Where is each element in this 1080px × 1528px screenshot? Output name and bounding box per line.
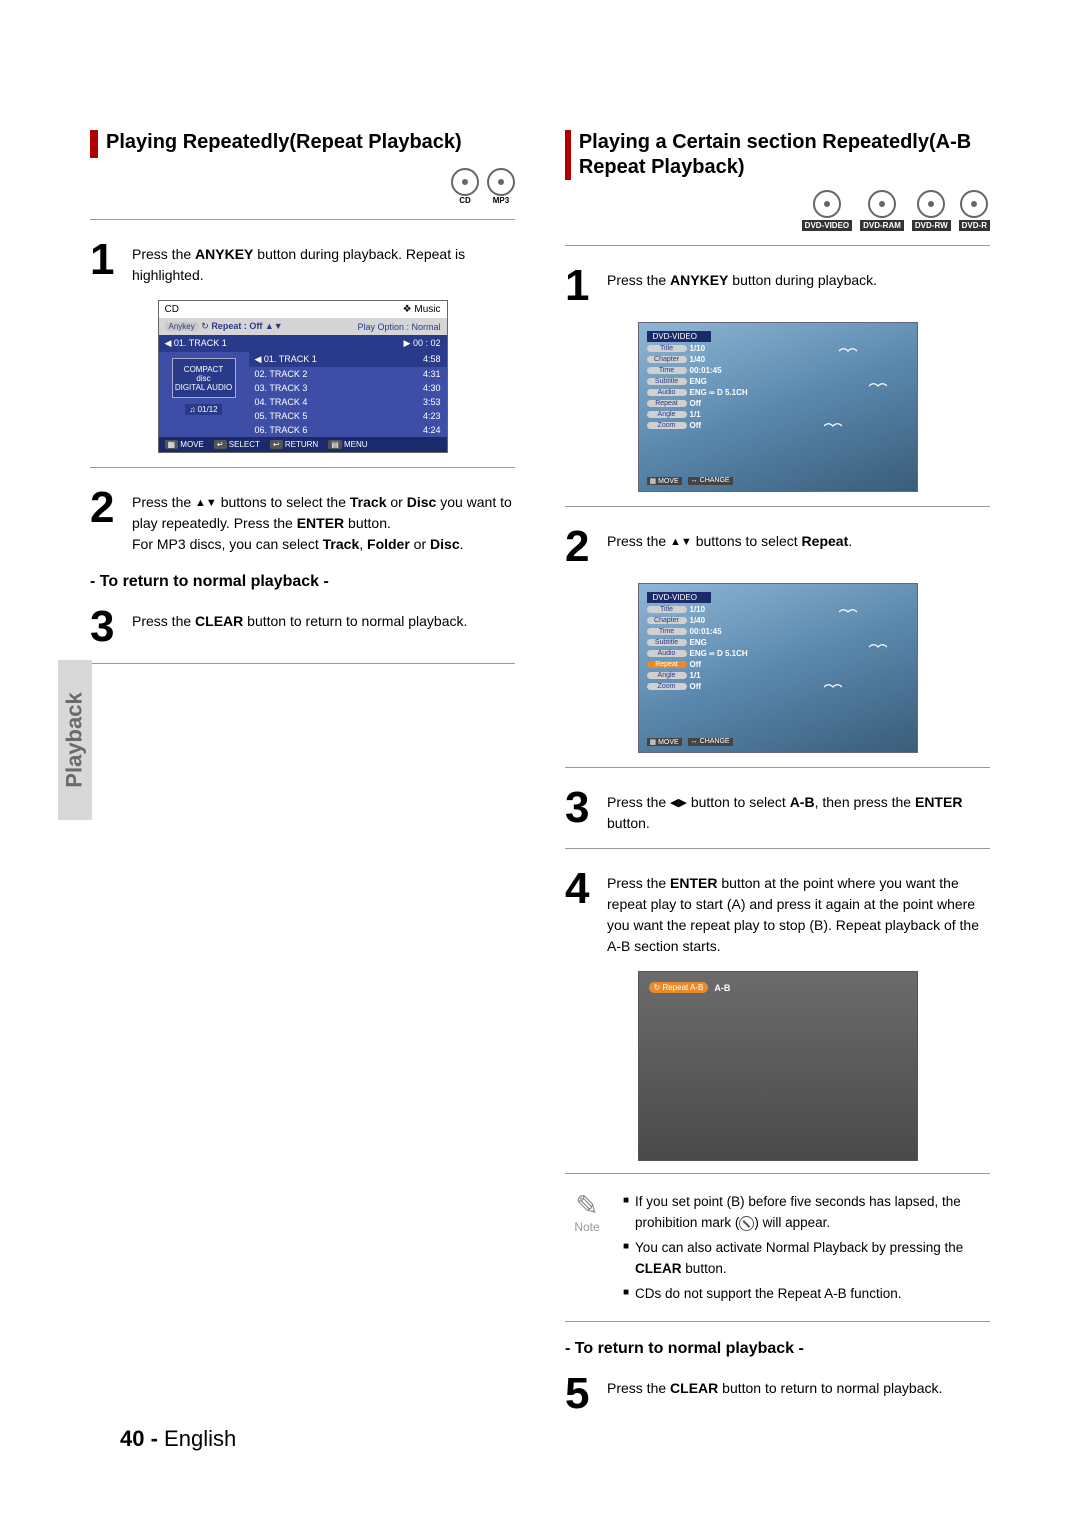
right-step-4: 4 Press the ENTER button at the point wh… — [565, 867, 990, 957]
divider — [90, 219, 515, 220]
divider — [565, 245, 990, 246]
divider — [565, 767, 990, 768]
step-number: 2 — [565, 525, 595, 569]
dvd-osd-illustration-1: DVD-VIDEO Title1/10 Chapter1/40 Time00:0… — [638, 322, 918, 492]
step-text: Press the ▲▼ buttons to select Repeat. — [607, 525, 852, 552]
step-number: 4 — [565, 867, 595, 911]
divider — [565, 506, 990, 507]
disc-badge: DVD-RAM — [860, 190, 904, 231]
right-section-header: Playing a Certain section Repeatedly(A-B… — [565, 130, 990, 180]
side-tab-label: Playback — [62, 692, 88, 787]
divider — [565, 1321, 990, 1322]
divider — [565, 848, 990, 849]
step-text: Press the ▲▼ buttons to select the Track… — [132, 486, 515, 555]
step-text: Press the CLEAR button to return to norm… — [132, 605, 467, 632]
disc-badge: DVD-RW — [912, 190, 951, 231]
right-disc-badges: DVD-VIDEO DVD-RAM DVD-RW DVD-R — [565, 190, 990, 231]
step-number: 1 — [90, 238, 120, 282]
note-label: Note — [565, 1220, 609, 1234]
page-footer: 40 - English — [120, 1426, 236, 1452]
cd-tracklist-osd: CD❖ Music Anykey ↻ Repeat : Off ▲▼ Play … — [158, 300, 448, 453]
note-block: ✎ Note ■If you set point (B) before five… — [565, 1192, 990, 1309]
divider — [90, 663, 515, 664]
step-number: 3 — [565, 786, 595, 830]
note-icon: ✎ — [565, 1192, 609, 1220]
disc-badge: DVD-R — [959, 190, 990, 231]
return-normal-header: - To return to normal playback - — [90, 573, 515, 591]
prohibition-icon — [739, 1216, 754, 1231]
step-text: Press the ENTER button at the point wher… — [607, 867, 990, 957]
step-text: Press the ◀▶ button to select A-B, then … — [607, 786, 990, 834]
compact-disc-logo: COMPACTdiscDIGITAL AUDIO — [172, 358, 236, 398]
disc-badge-cd: CD — [451, 168, 479, 205]
left-step-1: 1 Press the ANYKEY button during playbac… — [90, 238, 515, 286]
page-number: 40 - — [120, 1426, 158, 1451]
right-section-title: Playing a Certain section Repeatedly(A-B… — [579, 130, 990, 180]
left-step-3: 3 Press the CLEAR button to return to no… — [90, 605, 515, 649]
right-step-2: 2 Press the ▲▼ buttons to select Repeat. — [565, 525, 990, 569]
left-section-header: Playing Repeatedly(Repeat Playback) — [90, 130, 515, 158]
step-number: 2 — [90, 486, 120, 530]
repeat-ab-illustration: ↻ Repeat A-B A-B — [638, 971, 918, 1161]
accent-bar — [565, 130, 571, 180]
left-step-2: 2 Press the ▲▼ buttons to select the Tra… — [90, 486, 515, 555]
disc-badge-mp3: MP3 — [487, 168, 515, 205]
note-body: ■If you set point (B) before five second… — [623, 1192, 990, 1309]
step-number: 1 — [565, 264, 595, 308]
right-step-1: 1 Press the ANYKEY button during playbac… — [565, 264, 990, 308]
left-disc-badges: CD MP3 — [90, 168, 515, 205]
right-step-3: 3 Press the ◀▶ button to select A-B, the… — [565, 786, 990, 834]
step-text: Press the ANYKEY button during playback. — [607, 264, 877, 291]
left-section-title: Playing Repeatedly(Repeat Playback) — [106, 130, 462, 155]
divider — [90, 467, 515, 468]
disc-badge: DVD-VIDEO — [802, 190, 852, 231]
page-language: English — [164, 1426, 236, 1451]
step-text: Press the ANYKEY button during playback.… — [132, 238, 515, 286]
step-number: 5 — [565, 1372, 595, 1416]
divider — [565, 1173, 990, 1174]
return-normal-header: - To return to normal playback - — [565, 1340, 990, 1358]
step-text: Press the CLEAR button to return to norm… — [607, 1372, 942, 1399]
section-side-tab: Playback — [58, 660, 92, 820]
dvd-osd-illustration-2: DVD-VIDEO Title1/10 Chapter1/40 Time00:0… — [638, 583, 918, 753]
accent-bar — [90, 130, 98, 158]
step-number: 3 — [90, 605, 120, 649]
right-step-5: 5 Press the CLEAR button to return to no… — [565, 1372, 990, 1416]
